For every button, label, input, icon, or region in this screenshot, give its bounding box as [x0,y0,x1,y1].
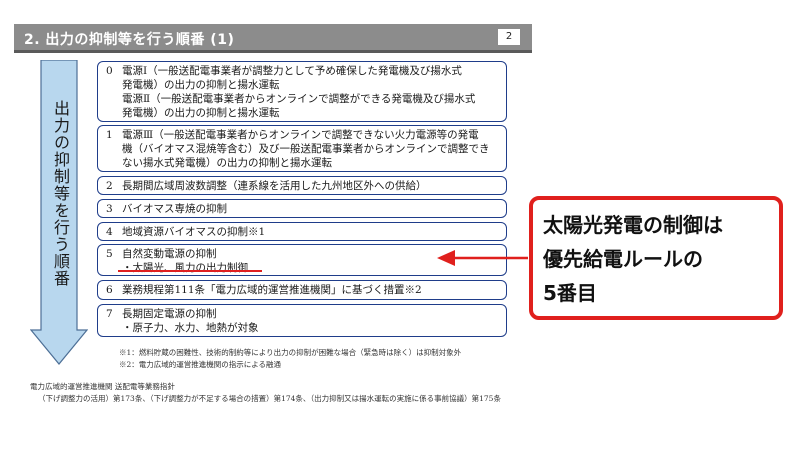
item-line: 地域資源バイオマスの抑制※1 [122,226,266,238]
callout-line: 太陽光発電の制御は [543,213,723,237]
item-number: 3 [106,203,113,215]
section-header: 2. 出力の抑制等を行う順番 (1) 2 [14,24,532,53]
item-number: 7 [106,308,113,320]
item-line: 発電機）の出力の抑制と揚水運転 [122,107,280,119]
source-citation: 電力広域的運営推進機関 送配電等業務指針 （下げ調整力の活用）第173条、（下げ… [30,381,501,405]
item-line: 業務規程第111条「電力広域的運営推進機関」に基づく措置※2 [122,284,422,296]
item-number: 5 [106,248,113,260]
item-number: 0 [106,65,113,77]
item-line: ・原子力、水力、地熱が対象 [122,322,259,334]
item-line: 電源Ⅲ（一般送配電事業者からオンラインで調整できない火力電源等の発電 [122,129,479,141]
priority-item-7: 7 長期固定電源の抑制 ・原子力、水力、地熱が対象 [97,304,507,337]
item-line: ない揚水式発電機）の出力の抑制と揚水運転 [122,157,332,169]
callout-line: 5番目 [543,281,597,305]
callout-line: 優先給電ルールの [543,247,703,271]
item-number: 4 [106,226,113,238]
item-line: 発電機）の出力の抑制と揚水運転 [122,79,280,91]
item-number: 1 [106,129,113,141]
highlight-underline [118,270,262,272]
item-line: 電源Ⅱ（一般送配電事業者からオンラインで調整ができる発電機及び揚水式 [122,93,476,105]
item-line: バイオマス専焼の抑制 [122,203,227,215]
priority-item-4: 4 地域資源バイオマスの抑制※1 [97,222,507,241]
section-title: 2. 出力の抑制等を行う順番 (1) [24,32,235,48]
item-line: 電源Ⅰ（一般送配電事業者が調整力として予め確保した発電機及び揚水式 [122,65,462,77]
item-line: 機（バイオマス混焼等含む）及び一般送配電事業者からオンラインで調整でき [122,143,490,155]
footnote: ※1：燃料貯蔵の困難性、技術的制約等により出力の抑制が困難な場合（緊急時は除く）… [119,348,462,357]
callout-box: 太陽光発電の制御は 優先給電ルールの 5番目 [529,196,783,320]
item-line: 長期間広域周波数調整（連系線を活用した九州地区外への供給） [122,180,427,192]
left-arrow-icon [437,250,528,266]
citation-title: 電力広域的運営推進機関 送配電等業務指針 [30,382,175,391]
item-number: 2 [106,180,113,192]
item-number: 6 [106,284,113,296]
priority-item-2: 2 長期間広域周波数調整（連系線を活用した九州地区外への供給） [97,176,507,195]
citation-detail: （下げ調整力の活用）第173条、（下げ調整力が不足する場合の措置）第174条、（… [38,394,501,403]
arrow-label: 出力の抑制等を行う順番 [51,100,70,287]
item-line: 長期固定電源の抑制 [122,308,217,320]
priority-item-3: 3 バイオマス専焼の抑制 [97,199,507,218]
priority-item-6: 6 業務規程第111条「電力広域的運営推進機関」に基づく措置※2 [97,280,507,300]
page-number: 2 [498,29,520,45]
footnote: ※2：電力広域的運営推進機関の指示による融通 [119,360,282,369]
footnotes: ※1：燃料貯蔵の困難性、技術的制約等により出力の抑制が困難な場合（緊急時は除く）… [119,347,461,371]
priority-item-1: 1 電源Ⅲ（一般送配電事業者からオンラインで調整できない火力電源等の発電 機（バ… [97,125,507,172]
priority-item-0: 0 電源Ⅰ（一般送配電事業者が調整力として予め確保した発電機及び揚水式 発電機）… [97,61,507,122]
